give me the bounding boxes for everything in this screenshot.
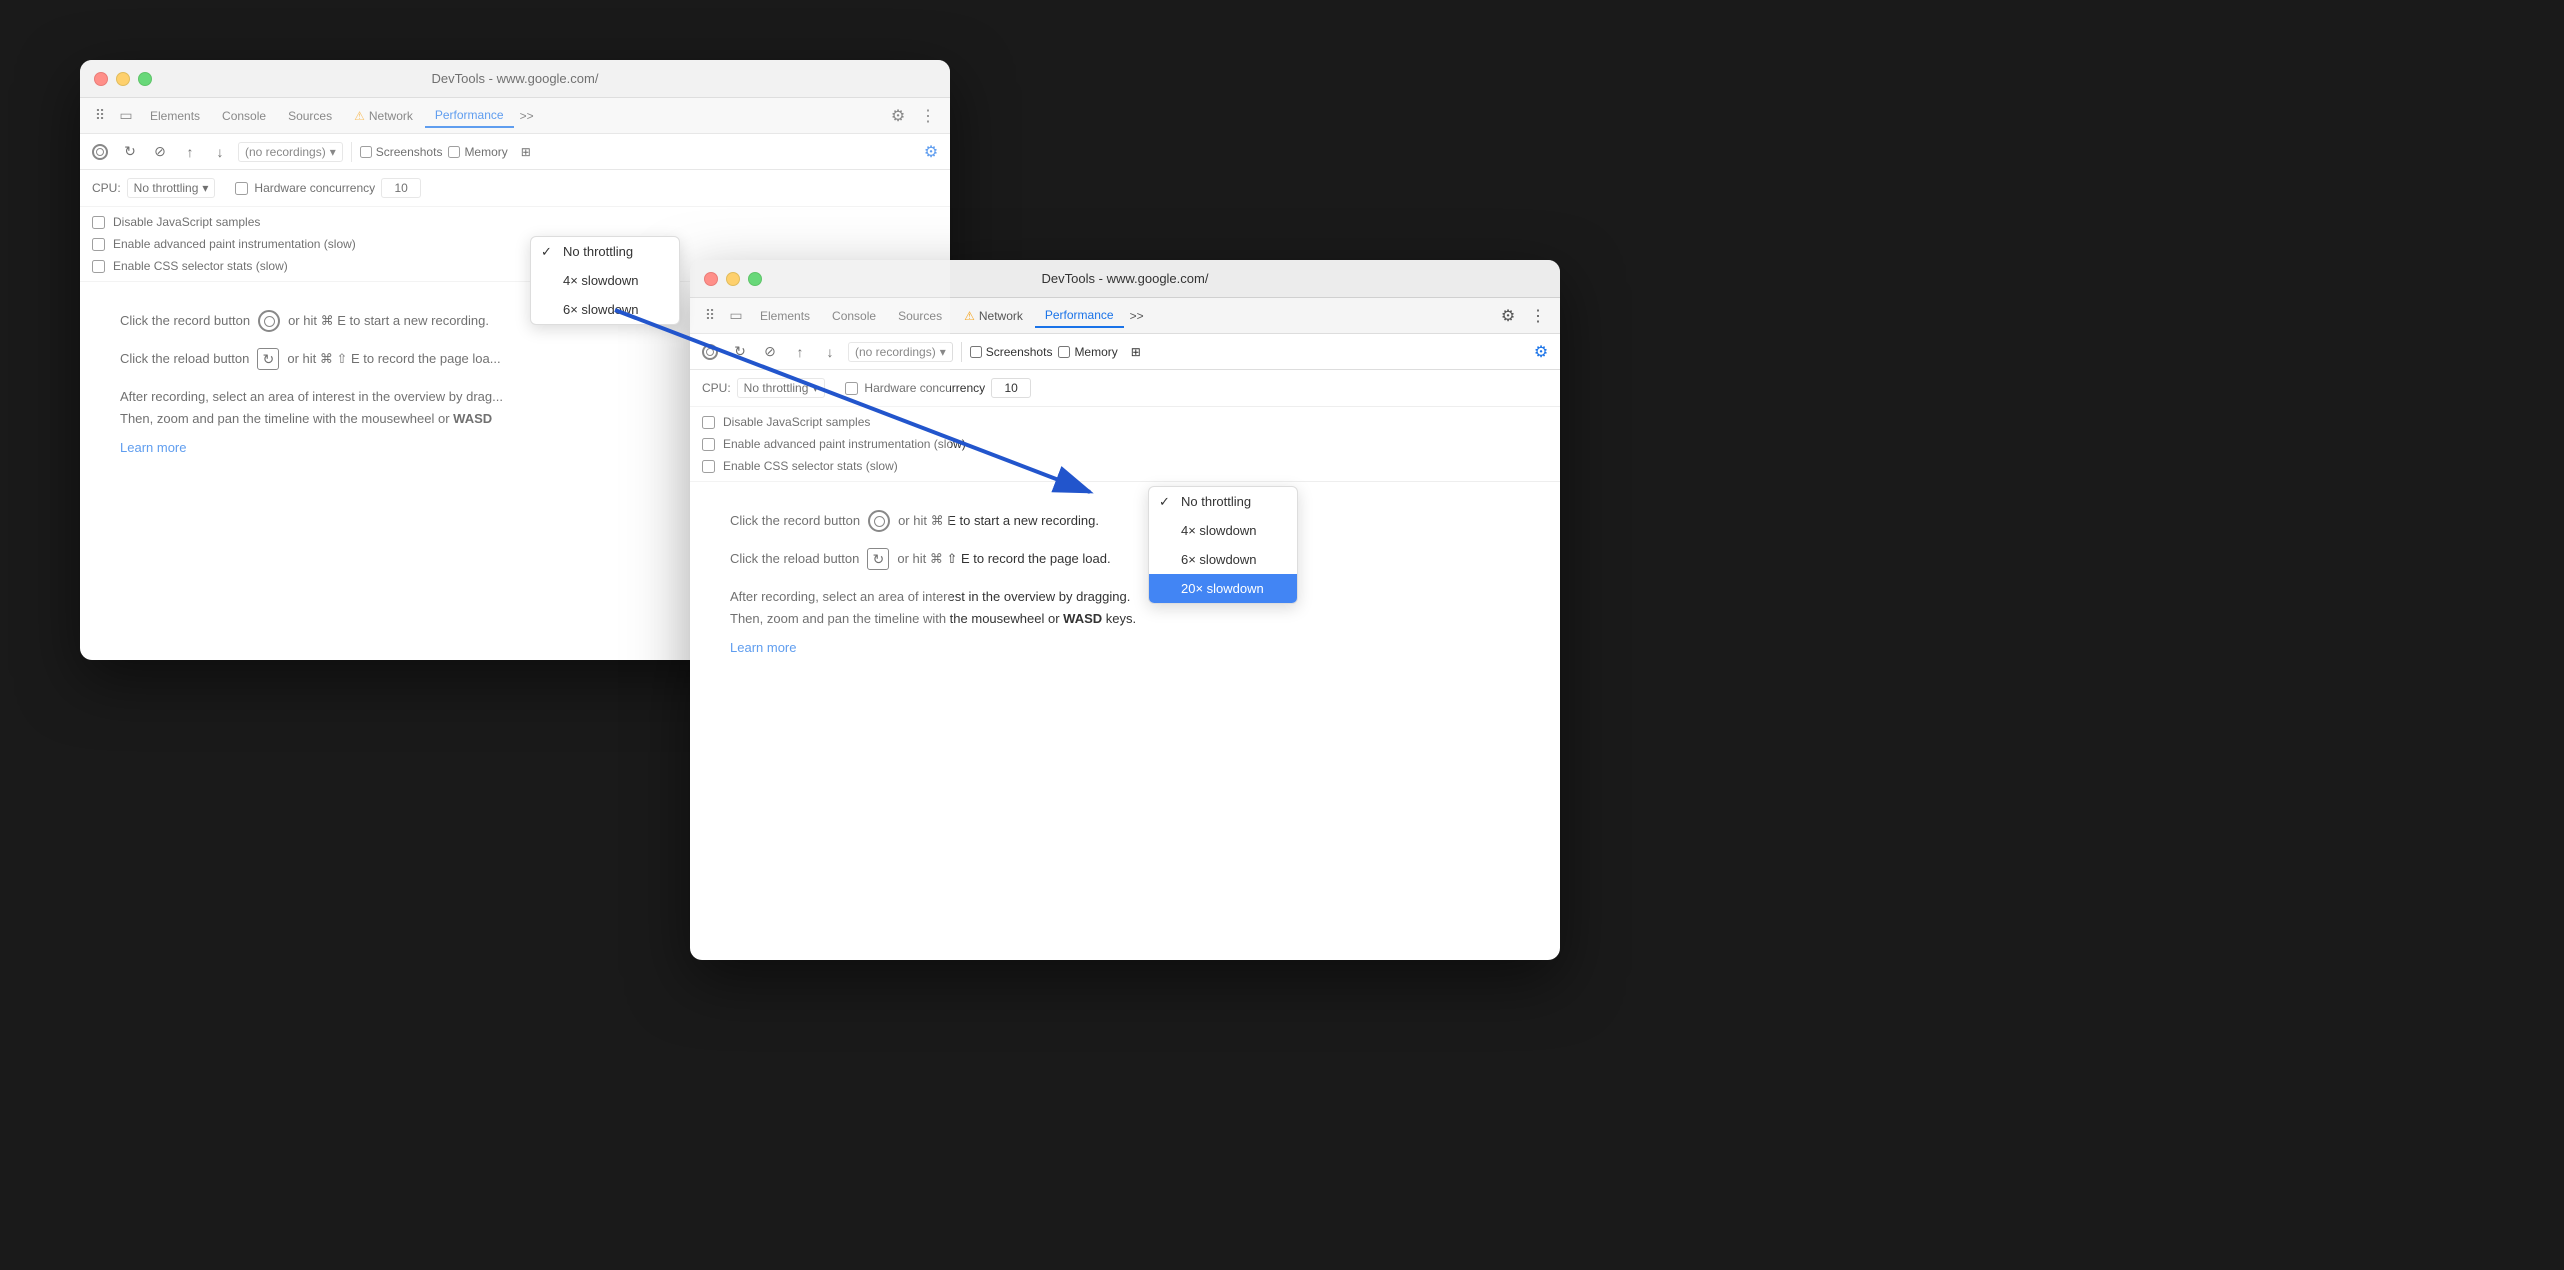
cpu-dropdown-menu-back[interactable]: No throttling 4× slowdown 6× slowdown — [530, 236, 680, 325]
tab-more-front[interactable]: >> — [1126, 305, 1148, 327]
dim-overlay — [80, 60, 950, 660]
memory-icon-front[interactable]: ⊞ — [1124, 340, 1148, 364]
screenshots-checkbox-front[interactable]: Screenshots — [970, 345, 1053, 359]
dropdown-item-4x-front[interactable]: 4× slowdown — [1149, 516, 1297, 545]
cpu-dropdown-menu-front[interactable]: No throttling 4× slowdown 6× slowdown 20… — [1148, 486, 1298, 604]
warning-icon-front: ⚠ — [964, 309, 975, 323]
more-options-icon-front[interactable]: ⋮ — [1524, 302, 1552, 330]
memory-checkbox-front[interactable]: Memory — [1058, 345, 1117, 359]
window-title-front: DevTools - www.google.com/ — [1042, 271, 1209, 286]
settings-gear-front[interactable]: ⚙ — [1530, 341, 1552, 363]
separator-1-front — [961, 342, 962, 362]
tab-performance-front[interactable]: Performance — [1035, 304, 1124, 328]
dropdown-item-no-throttling-back[interactable]: No throttling — [531, 237, 679, 266]
dropdown-item-4x-back[interactable]: 4× slowdown — [531, 266, 679, 295]
tab-network-front[interactable]: ⚠ Network — [954, 305, 1033, 327]
settings-icon-front[interactable]: ⚙ — [1494, 302, 1522, 330]
dropdown-item-no-throttling-front[interactable]: No throttling — [1149, 487, 1297, 516]
devtools-window-back: DevTools - www.google.com/ ⠿ ▭ Elements … — [80, 60, 950, 660]
dropdown-item-6x-back[interactable]: 6× slowdown — [531, 295, 679, 324]
dropdown-item-20x-front[interactable]: 20× slowdown — [1149, 574, 1297, 603]
dropdown-item-6x-front[interactable]: 6× slowdown — [1149, 545, 1297, 574]
